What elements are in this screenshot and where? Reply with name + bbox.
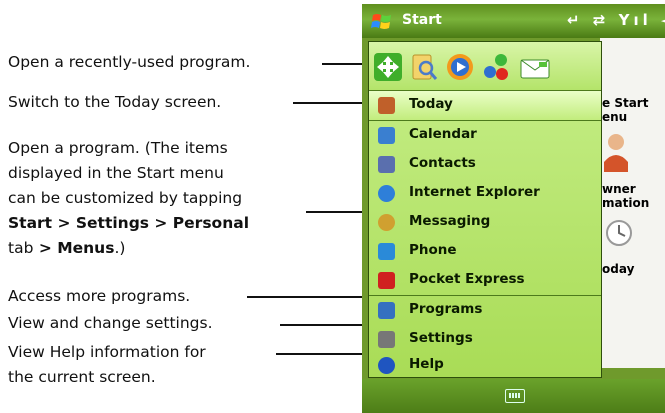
annotation-more-programs: Access more programs. bbox=[8, 287, 191, 305]
menu-item-pocket-express[interactable]: Pocket Express bbox=[369, 266, 601, 295]
annotation-open-program-3: can be customized by tapping bbox=[8, 189, 243, 207]
phone-icon bbox=[378, 243, 395, 260]
messaging-icon[interactable] bbox=[519, 52, 553, 82]
owner-avatar-icon bbox=[604, 134, 628, 172]
bg-text-2: enu bbox=[602, 110, 628, 124]
keyboard-icon[interactable] bbox=[505, 389, 525, 403]
annotation-recent-programs: Open a recently-used program. bbox=[8, 53, 251, 71]
menu-item-help[interactable]: Help bbox=[369, 351, 601, 380]
programs-icon bbox=[378, 302, 395, 319]
menu-item-label: Settings bbox=[409, 330, 473, 346]
menu-item-calendar[interactable]: Calendar bbox=[369, 121, 601, 150]
annotation-today: Switch to the Today screen. bbox=[8, 93, 222, 111]
start-menu: Today Calendar Contacts Internet Explore… bbox=[368, 41, 602, 378]
settings-icon bbox=[378, 331, 395, 348]
title-bar: Start ↵ ⇄ Yıl ◄€ × bbox=[362, 4, 665, 38]
annotation-open-program-2: displayed in the Start menu bbox=[8, 164, 224, 182]
menu-item-label: Programs bbox=[409, 301, 483, 317]
today-screen-background: e Start enu wner mation oday bbox=[600, 38, 665, 368]
annotation-help-2: the current screen. bbox=[8, 368, 156, 386]
menu-item-messaging[interactable]: Messaging bbox=[369, 208, 601, 237]
menu-item-today[interactable]: Today bbox=[369, 91, 601, 120]
bg-text-4: mation bbox=[602, 196, 650, 210]
menu-item-label: Internet Explorer bbox=[409, 184, 540, 200]
title-text: Start bbox=[402, 12, 442, 28]
help-icon bbox=[378, 357, 395, 374]
clock-icon bbox=[606, 220, 632, 246]
leader-line-open bbox=[306, 211, 365, 213]
calendar-icon bbox=[378, 127, 395, 144]
leader-line-help bbox=[276, 353, 366, 355]
menu-item-contacts[interactable]: Contacts bbox=[369, 150, 601, 179]
annotation-open-program-1: Open a program. (The items bbox=[8, 139, 228, 157]
games-icon[interactable] bbox=[481, 52, 511, 82]
move-icon[interactable] bbox=[373, 52, 403, 82]
annotation-open-program-5: tab > Menus.) bbox=[8, 239, 126, 257]
internet-explorer-icon bbox=[378, 185, 395, 202]
menu-item-settings[interactable]: Settings bbox=[369, 325, 601, 354]
bg-text-3: wner bbox=[602, 182, 636, 196]
status-icons[interactable]: ↵ ⇄ Yıl ◄€ × bbox=[567, 11, 665, 29]
today-icon bbox=[378, 97, 395, 114]
menu-item-internet-explorer[interactable]: Internet Explorer bbox=[369, 179, 601, 208]
annotation-help-1: View Help information for bbox=[8, 343, 206, 361]
annotation-open-program-4: Start > Settings > Personal bbox=[8, 214, 250, 232]
menu-item-label: Calendar bbox=[409, 126, 477, 142]
leader-line-more bbox=[247, 296, 366, 298]
menu-item-label: Phone bbox=[409, 242, 457, 258]
bg-text-5: oday bbox=[602, 262, 635, 276]
messaging-icon bbox=[378, 214, 395, 231]
menu-item-label: Help bbox=[409, 356, 444, 372]
contacts-icon bbox=[378, 156, 395, 173]
menu-item-label: Messaging bbox=[409, 213, 491, 229]
file-explorer-icon[interactable] bbox=[409, 52, 439, 82]
annotation-settings: View and change settings. bbox=[8, 314, 213, 332]
leader-line-settings bbox=[280, 324, 366, 326]
menu-item-programs[interactable]: Programs bbox=[369, 296, 601, 325]
media-player-icon[interactable] bbox=[445, 52, 475, 82]
leader-line-recent bbox=[322, 63, 366, 65]
menu-item-label: Today bbox=[409, 96, 453, 112]
device-screen: Start ↵ ⇄ Yıl ◄€ × e Start enu wner mati… bbox=[362, 4, 665, 413]
menu-item-label: Contacts bbox=[409, 155, 476, 171]
windows-flag-icon[interactable] bbox=[371, 12, 393, 32]
leader-line-today bbox=[293, 102, 366, 104]
menu-item-phone[interactable]: Phone bbox=[369, 237, 601, 266]
bg-text-1: e Start bbox=[602, 96, 649, 110]
pocket-express-icon bbox=[378, 272, 395, 289]
recent-programs-row bbox=[369, 42, 601, 90]
menu-item-label: Pocket Express bbox=[409, 271, 525, 287]
